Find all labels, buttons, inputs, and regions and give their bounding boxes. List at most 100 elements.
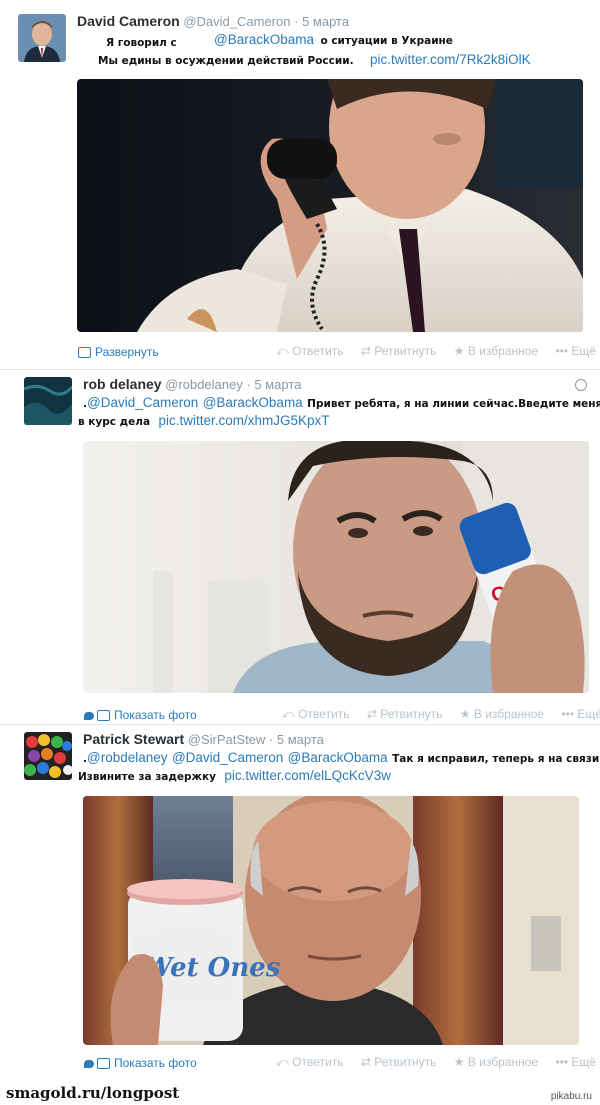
comment-icon <box>84 1059 94 1068</box>
timestamp[interactable]: 5 марта <box>302 14 349 29</box>
retweet-action[interactable]: ⇄ Ретвитнуть <box>367 707 443 721</box>
author-name[interactable]: rob delaney <box>83 376 162 392</box>
favorite-label: В избранное <box>473 707 545 721</box>
timestamp[interactable]: 5 марта <box>254 377 301 392</box>
tweet-text-line-1: Я говорил с <box>106 33 177 51</box>
comment-icon <box>84 711 94 720</box>
separator-dot: · <box>294 14 299 29</box>
wipes-brand-label: Wet Ones <box>143 953 281 983</box>
globe-icon <box>575 379 587 391</box>
tweet-text: в курс дела <box>78 416 151 428</box>
more-label: Ещё <box>577 707 600 721</box>
tweet-photo-patrick[interactable]: Wet Ones <box>83 796 579 1045</box>
star-icon: ★ <box>459 707 471 721</box>
tweet-text: Я говорил с <box>106 37 177 49</box>
avatar-patrick-stewart[interactable] <box>24 732 72 780</box>
tweet-text: Мы едины в осуждении действий России. <box>98 55 354 67</box>
photo-icon <box>97 1058 110 1070</box>
reply-action[interactable]: ⤺ Ответить <box>276 344 343 358</box>
reply-action[interactable]: ⤺ Ответить <box>276 1055 343 1069</box>
author-handle[interactable]: @SirPatStew <box>188 732 266 747</box>
mention-link[interactable]: @David_Cameron <box>87 395 198 410</box>
tweet-patrick-stewart: Patrick Stewart @SirPatStew · 5 марта .@… <box>0 725 600 1080</box>
tweet-header: Patrick Stewart @SirPatStew · 5 марта <box>83 731 324 747</box>
show-photo-link[interactable]: Показать фото <box>84 708 197 722</box>
tweet-text-line-2: в курс дела pic.twitter.com/xhmJG5KpxT <box>78 412 330 430</box>
favorite-action[interactable]: ★ В избранное <box>454 344 538 358</box>
retweet-label: Ретвитнуть <box>380 707 443 721</box>
retweet-icon: ⇄ <box>366 707 377 721</box>
author-name[interactable]: Patrick Stewart <box>83 731 184 747</box>
expand-link[interactable]: Развернуть <box>78 345 159 359</box>
separator-dot: · <box>268 732 274 747</box>
tweet-text-line-2: Извините за задержку pic.twitter.com/elL… <box>78 767 391 785</box>
retweet-action[interactable]: ⇄ Ретвитнуть <box>361 1055 437 1069</box>
tweet-photo-rob[interactable]: Crest <box>83 441 589 693</box>
tweet-photo-cameron[interactable] <box>77 79 583 332</box>
mention-link[interactable]: @BarackObama <box>214 32 314 47</box>
reply-icon: ⤺ <box>276 1055 289 1069</box>
favorite-label: В избранное <box>467 344 539 358</box>
retweet-label: Ретвитнуть <box>374 344 437 358</box>
tweet-text: Извините за задержку <box>78 771 216 783</box>
retweet-action[interactable]: ⇄ Ретвитнуть <box>361 344 437 358</box>
more-action[interactable]: ••• Ещё <box>555 1055 596 1069</box>
more-label: Ещё <box>571 344 596 358</box>
photo-icon <box>78 347 91 359</box>
watermark-site: pikabu.ru <box>550 1091 592 1102</box>
watermark-source: smagold.ru/longpost <box>6 1084 180 1102</box>
reply-label: Ответить <box>298 707 350 721</box>
avatar-david-cameron[interactable] <box>18 14 66 62</box>
pic-link[interactable]: pic.twitter.com/xhmJG5KpxT <box>159 413 330 428</box>
expand-label: Развернуть <box>95 345 159 359</box>
tweet-actions: ⤺ Ответить ⇄ Ретвитнуть ★ В избранное ••… <box>276 344 596 359</box>
more-label: Ещё <box>571 1055 596 1069</box>
favorite-action[interactable]: ★ В избранное <box>454 1055 538 1069</box>
tweet-rob-delaney: rob delaney @robdelaney · 5 марта .@Davi… <box>0 370 600 725</box>
favorite-action[interactable]: ★ В избранное <box>460 707 544 721</box>
tweet-actions: ⤺ Ответить ⇄ Ретвитнуть ★ В избранное ••… <box>282 707 600 722</box>
reply-action[interactable]: ⤺ Ответить <box>282 707 349 721</box>
reply-icon: ⤺ <box>282 707 295 721</box>
retweet-label: Ретвитнуть <box>374 1055 437 1069</box>
mention-link[interactable]: @robdelaney <box>87 750 168 765</box>
mention-link[interactable]: @BarackObama <box>203 395 303 410</box>
star-icon: ★ <box>453 344 465 358</box>
retweet-icon: ⇄ <box>360 344 371 358</box>
tweet-text: о ситуации в Украине <box>320 35 453 47</box>
tweet-header: rob delaney @robdelaney · 5 марта <box>83 376 301 392</box>
tweet-text: Так я исправил, теперь я на связи <box>392 753 600 765</box>
reply-label: Ответить <box>292 344 344 358</box>
timestamp[interactable]: 5 марта <box>277 732 324 747</box>
more-icon: ••• <box>555 1055 569 1069</box>
retweet-icon: ⇄ <box>360 1055 371 1069</box>
tweet-david-cameron: David Cameron @David_Cameron · 5 марта Я… <box>0 0 600 370</box>
avatar-rob-delaney[interactable] <box>24 377 72 425</box>
separator-dot: · <box>246 377 251 392</box>
author-handle[interactable]: @robdelaney <box>165 377 243 392</box>
favorite-label: В избранное <box>467 1055 539 1069</box>
tweet-text-line-1: .@David_Cameron @BarackObama Привет ребя… <box>83 394 600 412</box>
mention-link[interactable]: @David_Cameron <box>172 750 283 765</box>
tweet-mention-line: @BarackObama о ситуации в Украине <box>214 31 453 49</box>
author-handle[interactable]: @David_Cameron <box>183 14 290 29</box>
tweet-header: David Cameron @David_Cameron · 5 марта <box>77 13 349 29</box>
show-photo-label: Показать фото <box>114 1056 197 1070</box>
more-icon: ••• <box>555 344 569 358</box>
reply-label: Ответить <box>292 1055 344 1069</box>
tweet-text-line-2: Мы едины в осуждении действий России. pi… <box>98 51 531 69</box>
tweet-actions: ⤺ Ответить ⇄ Ретвитнуть ★ В избранное ••… <box>276 1055 596 1070</box>
show-photo-link[interactable]: Показать фото <box>84 1056 197 1070</box>
reply-icon: ⤺ <box>276 344 289 358</box>
more-icon: ••• <box>561 707 575 721</box>
star-icon: ★ <box>453 1055 465 1069</box>
tweet-text-line-1: .@robdelaney @David_Cameron @BarackObama… <box>83 749 599 767</box>
more-action[interactable]: ••• Ещё <box>561 707 600 721</box>
show-photo-label: Показать фото <box>114 708 197 722</box>
mention-link[interactable]: @BarackObama <box>288 750 388 765</box>
tweet-text: Привет ребята, я на линии сейчас.Введите… <box>307 398 600 410</box>
author-name[interactable]: David Cameron <box>77 13 180 29</box>
pic-link[interactable]: pic.twitter.com/elLQcKcV3w <box>224 768 391 783</box>
more-action[interactable]: ••• Ещё <box>555 344 596 358</box>
pic-link[interactable]: pic.twitter.com/7Rk2k8iOlK <box>370 52 531 67</box>
